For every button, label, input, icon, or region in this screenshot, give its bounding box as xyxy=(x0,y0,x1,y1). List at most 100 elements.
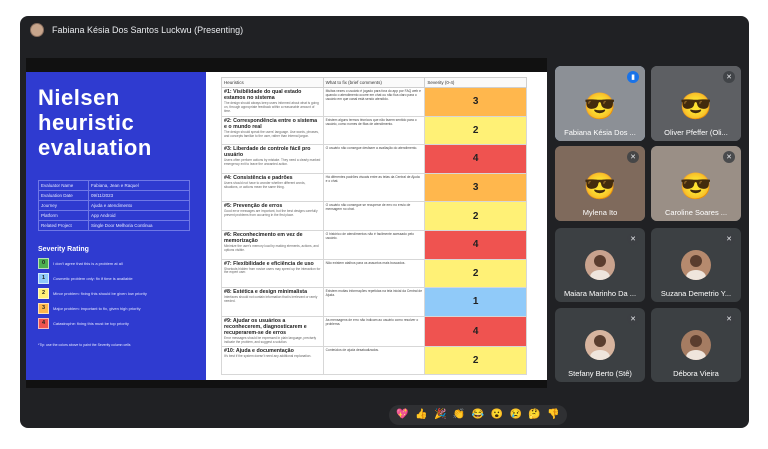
sunglasses-face-icon: 😎 xyxy=(583,171,617,201)
participant-name: Débora Vieira xyxy=(673,369,719,378)
heuristic-description: Users often perform actions by mistake. … xyxy=(224,158,321,167)
severity-header: Severity (0-4) xyxy=(424,77,527,88)
mic-off-icon: ✕ xyxy=(627,313,639,325)
fix-header: What to fix (brief comments) xyxy=(322,77,426,88)
severity-level-text: Catastrophe: fixing this must be top pri… xyxy=(53,320,129,326)
table-row: #2: Correspondência entre o sistema e o … xyxy=(221,115,527,146)
table-row: #5: Prevenção de erros Good error message… xyxy=(221,201,527,231)
reaction-heart-icon[interactable]: 💖 xyxy=(396,409,408,421)
table-row: #3: Liberdade de controle fácil pro usuá… xyxy=(221,144,527,174)
participant-name: Maiara Marinho Da ... xyxy=(563,289,637,298)
participant-name: Stefany Berto (Stê) xyxy=(568,369,632,378)
reaction-clap-icon[interactable]: 👏 xyxy=(453,409,465,421)
heuristics-header: Heuristics xyxy=(221,77,324,88)
participant-name: Oliver Pfeffer (Oli... xyxy=(664,128,728,137)
meta-key: Journey xyxy=(38,200,89,211)
severity-cell: 1 xyxy=(424,287,527,317)
heuristic-description: The design should speak the users' langu… xyxy=(224,129,319,138)
speaking-indicator-icon: ▮ xyxy=(627,71,639,83)
heuristic-cell: #5: Prevenção de erros Good error message… xyxy=(221,201,324,231)
reaction-thumbs-up-icon[interactable]: 👍 xyxy=(415,409,427,421)
severity-cell: 3 xyxy=(424,87,527,117)
participant-tile[interactable]: 😎 ✕ Oliver Pfeffer (Oli... xyxy=(651,66,741,141)
participant-tile[interactable]: 😎 ✕ Mylena Ito xyxy=(555,146,645,221)
meta-value: App Android xyxy=(88,210,190,221)
heuristic-description: Error messages should be expressed in pl… xyxy=(224,335,317,344)
participant-tile[interactable]: ✕ Suzana Demetrio Y... xyxy=(651,228,741,302)
severity-cell: 4 xyxy=(424,144,527,174)
meta-row: Journey Ajuda e atendimento xyxy=(38,200,190,211)
fix-comment: Não existem atalhos para os assuntos mai… xyxy=(325,260,406,265)
participant-tile[interactable]: ✕ Stefany Berto (Stê) xyxy=(555,308,645,382)
heuristic-title: #1: Visibilidade do qual estado estamos … xyxy=(224,89,302,101)
reaction-surprised-icon[interactable]: 😮 xyxy=(491,409,503,421)
fix-cell: Muitas vezes o usuário é jogado para for… xyxy=(322,87,426,117)
fix-comment: Existem alguns termos técnicos que não f… xyxy=(325,117,417,126)
fix-cell: Há diferentes padrões visuais entre as t… xyxy=(322,172,426,203)
severity-level-box: 4 xyxy=(38,317,49,329)
severity-scale-item: 3 Major problem: important to fix, given … xyxy=(38,302,198,314)
heuristic-title: #7: Flexibilidade e eficiência de uso xyxy=(224,260,314,267)
meta-key: Evaluation Date xyxy=(38,190,89,201)
meeting-window: Fabiana Késia Dos Santos Luckwu (Present… xyxy=(20,16,749,428)
mic-off-icon: ✕ xyxy=(627,151,639,163)
heuristic-cell: #6: Reconhecimento em vez de memorização… xyxy=(221,229,324,260)
severity-scale: 0 I don't agree that this is a problem at… xyxy=(38,257,198,329)
heuristic-cell: #3: Liberdade de controle fácil pro usuá… xyxy=(221,144,324,174)
severity-tip: *Tip: use the colors above to paint the … xyxy=(38,343,131,347)
top-bar: Fabiana Késia Dos Santos Luckwu (Present… xyxy=(20,16,749,44)
fix-cell: Existem muitas informações repetidas na … xyxy=(322,287,426,317)
reaction-thinking-icon[interactable]: 🤔 xyxy=(528,409,540,421)
heuristic-cell: #8: Estética e design minimalista Interfa… xyxy=(221,287,324,317)
heuristic-title: #4: Consistência e padrões xyxy=(224,174,293,181)
severity-cell: 3 xyxy=(424,172,527,203)
meta-key: Evaluator Name xyxy=(38,180,89,191)
fix-comment: O usuário não consegue desfazer a avalia… xyxy=(325,146,418,151)
heuristic-description: The design should always keep users info… xyxy=(224,101,319,113)
heuristic-description: Interfaces should not contain informatio… xyxy=(224,295,318,304)
reaction-thumbs-down-icon[interactable]: 👎 xyxy=(547,409,559,421)
meta-value: Single Door Melhoria Contínua xyxy=(88,220,190,231)
severity-level-box: 0 xyxy=(38,257,49,269)
participant-name: Suzana Demetrio Y... xyxy=(660,289,732,298)
heuristic-description: Minimize the user's memory load by makin… xyxy=(224,243,319,252)
severity-cell: 2 xyxy=(424,201,527,231)
table-header-row: Heuristics What to fix (brief comments) … xyxy=(221,77,527,88)
severity-level-text: I don't agree that this is a problem at … xyxy=(53,260,123,266)
reaction-laugh-icon[interactable]: 😂 xyxy=(472,409,484,421)
meta-value: Fabiana, Jean e Raquel xyxy=(88,180,190,191)
fix-comment: Muitas vezes o usuário é jogado para for… xyxy=(325,89,421,101)
severity-cell: 2 xyxy=(424,258,527,289)
fix-comment: Existem muitas informações repetidas na … xyxy=(325,289,423,298)
participant-tile[interactable]: ✕ Débora Vieira xyxy=(651,308,741,382)
heuristic-cell: #2: Correspondência entre o sistema e o … xyxy=(221,115,324,146)
participant-tile[interactable]: 😎 ▮ Fabiana Késia Dos ... xyxy=(555,66,645,141)
heuristic-description: It's best if the system doesn't need any… xyxy=(224,353,312,358)
meta-key: Platform xyxy=(38,210,89,221)
heuristic-title: #9: Ajudar os usuários a reconhecerem, d… xyxy=(224,317,307,336)
heuristic-description: Users should not have to wonder whether … xyxy=(224,180,306,189)
reaction-party-icon[interactable]: 🎉 xyxy=(434,409,446,421)
presenting-title: Fabiana Késia Dos Santos Luckwu (Present… xyxy=(52,25,244,35)
meta-value: 09/11/2023 xyxy=(88,190,190,201)
fix-cell: O usuário não consegue se recuperar de e… xyxy=(322,201,426,231)
fix-comment: As mensagens de erro não indicam ao usuá… xyxy=(325,317,419,326)
heuristic-cell: #7: Flexibilidade e eficiência de uso Sho… xyxy=(221,258,324,289)
participant-tile[interactable]: 😎 ✕ Caroline Soares ... xyxy=(651,146,741,221)
severity-cell: 2 xyxy=(424,115,527,146)
reaction-sad-icon[interactable]: 😢 xyxy=(509,409,521,421)
participant-avatar xyxy=(585,250,615,280)
meta-row: Evaluator Name Fabiana, Jean e Raquel xyxy=(38,180,190,191)
slide-title: Nielsen heuristic evaluation xyxy=(38,85,152,160)
participant-tile[interactable]: ✕ Maiara Marinho Da ... xyxy=(555,228,645,302)
meta-key: Related Project xyxy=(38,220,89,231)
participant-name: Caroline Soares ... xyxy=(664,208,728,217)
heuristic-title: #6: Reconhecimento em vez de memorização xyxy=(224,231,303,244)
sunglasses-face-icon: 😎 xyxy=(679,171,713,201)
fix-comment: O usuário não consegue se recuperar de e… xyxy=(325,203,411,212)
participant-avatar xyxy=(585,330,615,360)
heuristic-title: #10: Ajuda e documentação xyxy=(224,347,294,354)
severity-cell: 4 xyxy=(424,229,527,260)
heuristic-description: Shortcuts hidden from novice users may s… xyxy=(224,266,321,275)
table-row: #6: Reconhecimento em vez de memorização… xyxy=(221,229,527,260)
